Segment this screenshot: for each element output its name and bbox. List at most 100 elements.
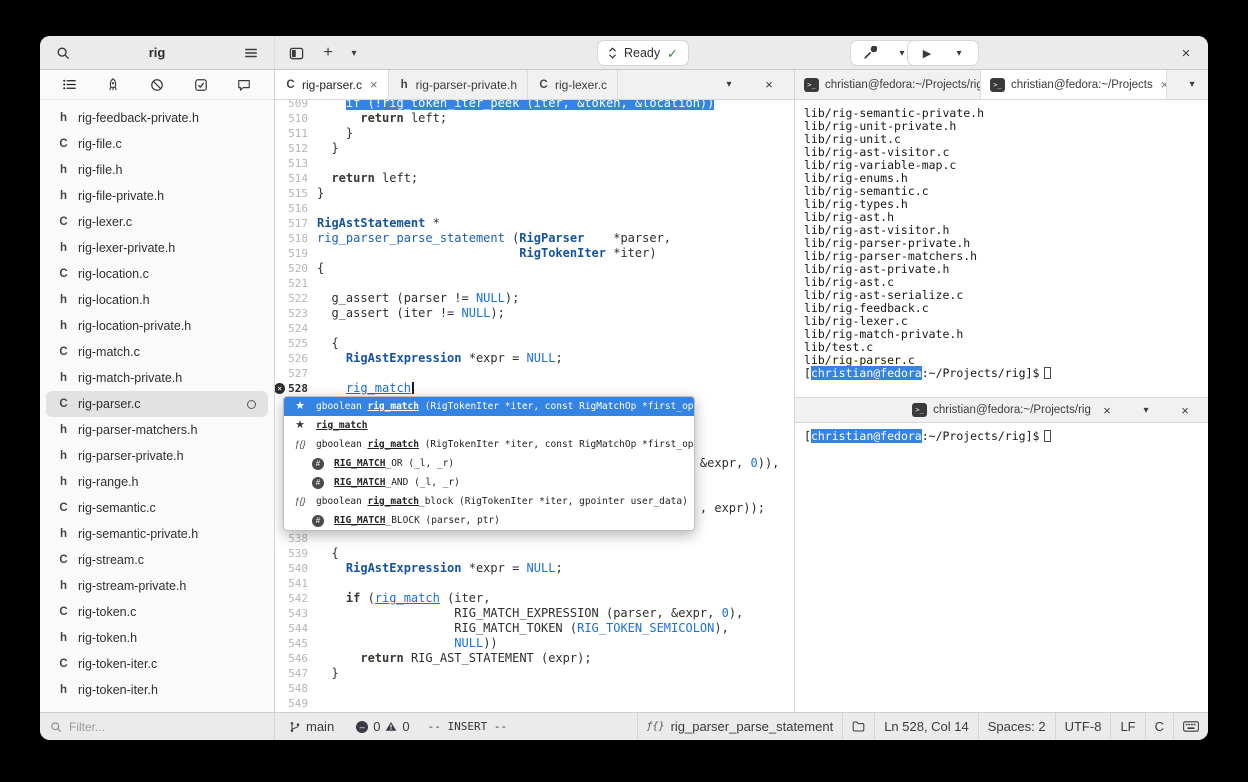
file-row[interactable]: h rig-location.h (46, 287, 268, 313)
line-number[interactable]: 512 (275, 141, 315, 156)
terminal-bottom-tab-close[interactable]: × (1094, 397, 1120, 423)
line-number[interactable]: 514 (275, 171, 315, 186)
line-number[interactable]: 522 (275, 291, 315, 306)
line-number[interactable]: 549 (275, 696, 315, 711)
terminal-output-bottom[interactable]: [christian@fedora:~/Projects/rig]$ (795, 423, 1208, 712)
file-row[interactable]: h rig-semantic-private.h (46, 521, 268, 547)
line-number[interactable]: 538 (275, 531, 315, 546)
indentation-button[interactable]: Spaces: 2 (977, 713, 1055, 739)
line-number[interactable]: 515 (275, 186, 315, 201)
terminal-tab-list-dropdown[interactable]: ▾ (1179, 72, 1205, 98)
branch-button[interactable]: main (285, 714, 338, 740)
file-list[interactable]: h rig-feedback-private.h Crig-file.c h rig-f… (40, 100, 274, 712)
menu-button[interactable] (238, 40, 264, 66)
editor-pane-close-button[interactable]: × (756, 72, 782, 98)
line-number[interactable]: 519 (275, 246, 315, 261)
terminal-bottom-close[interactable]: × (1172, 397, 1198, 423)
line-number[interactable]: 524 (275, 321, 315, 336)
build-button[interactable] (857, 40, 883, 66)
file-row[interactable]: h rig-file-private.h (46, 183, 268, 209)
current-symbol-button[interactable]: ƒ{} rig_parser_parse_statement (636, 713, 843, 739)
project-folder-button[interactable] (842, 713, 874, 739)
language-button[interactable]: C (1144, 713, 1173, 739)
file-row[interactable]: Crig-token-iter.c (46, 651, 268, 677)
file-row[interactable]: Crig-semantic.c (46, 495, 268, 521)
file-row[interactable]: h rig-parser-matchers.h (46, 417, 268, 443)
line-number[interactable]: 510 (275, 111, 315, 126)
keyboard-button[interactable] (1173, 713, 1208, 739)
line-number[interactable]: 547 (275, 666, 315, 681)
new-tab-dropdown[interactable]: ▾ (341, 40, 367, 66)
line-number[interactable]: 544 (275, 621, 315, 636)
file-row[interactable]: Crig-token.c (46, 599, 268, 625)
line-number[interactable]: 517 (275, 216, 315, 231)
line-number[interactable]: 513 (275, 156, 315, 171)
build-status-button[interactable]: Ready ✓ (597, 40, 689, 66)
line-number[interactable]: 509 (275, 100, 315, 111)
file-row[interactable]: h rig-token-iter.h (46, 677, 268, 703)
line-number[interactable]: 548 (275, 681, 315, 696)
completion-item[interactable]: ★ gboolean rig_match (RigTokenIter *iter,… (284, 397, 694, 416)
line-number[interactable]: 542 (275, 591, 315, 606)
breakpoint-icon[interactable]: × (275, 383, 286, 394)
filter-input[interactable] (69, 719, 264, 734)
file-row[interactable]: h rig-range.h (46, 469, 268, 495)
terminal-tab[interactable]: >_christian@fedora:~/Projects× (981, 70, 1167, 99)
line-number[interactable]: 520 (275, 261, 315, 276)
line-number[interactable]: 525 (275, 336, 315, 351)
window-close-button[interactable]: × (1173, 40, 1199, 66)
run-dropdown[interactable]: ▾ (946, 40, 972, 66)
completion-item[interactable]: ƒ{} gboolean rig_match_block (RigTokenIte… (284, 492, 694, 511)
file-row[interactable]: h rig-file.h (46, 157, 268, 183)
line-number[interactable]: 540 (275, 561, 315, 576)
diagnostics-tab[interactable] (144, 72, 170, 98)
file-row[interactable]: h rig-feedback-private.h (46, 105, 268, 131)
build-targets-tab[interactable] (100, 72, 126, 98)
terminal-output-top[interactable]: lib/rig-semantic-private.h lib/rig-unit-p… (795, 100, 1208, 397)
file-row[interactable]: Crig-location.c (46, 261, 268, 287)
code-editor[interactable]: 509 if (!rig_token_iter_peek (iter, &tok… (275, 100, 794, 712)
line-number[interactable]: 511 (275, 126, 315, 141)
completion-item[interactable]: # RIG_MATCH_AND (_l, _r) (284, 473, 694, 492)
file-row[interactable]: h rig-lexer-private.h (46, 235, 268, 261)
line-number[interactable]: 545 (275, 636, 315, 651)
run-button[interactable]: ▶ (914, 40, 940, 66)
tab-close-icon[interactable]: × (370, 77, 378, 92)
line-number[interactable]: 539 (275, 546, 315, 561)
terminal-bottom-dropdown[interactable]: ▾ (1133, 397, 1159, 423)
project-tree-tab[interactable] (57, 72, 83, 98)
editor-tab[interactable]: Crig-lexer.c (528, 70, 619, 99)
terminal-tab[interactable]: >_ christian@fedora:~/Projects/rig (795, 70, 981, 99)
encoding-button[interactable]: UTF-8 (1054, 713, 1111, 739)
line-number[interactable]: 521 (275, 276, 315, 291)
file-row[interactable]: Crig-match.c (46, 339, 268, 365)
diagnostics-button[interactable]: – 0 0 (352, 714, 413, 740)
toggle-panel-button[interactable] (283, 40, 309, 66)
editor-tab[interactable]: h rig-parser-private.h (389, 70, 528, 99)
file-row[interactable]: h rig-token.h (46, 625, 268, 651)
line-number[interactable]: 516 (275, 201, 315, 216)
line-number[interactable]: × 528 (275, 381, 315, 396)
line-number[interactable]: 527 (275, 366, 315, 381)
comments-tab[interactable] (231, 72, 257, 98)
terminal-bottom-tab[interactable]: >_ christian@fedora:~/Projects/rig × ▾ × (795, 397, 1208, 423)
file-row[interactable]: h rig-match-private.h (46, 365, 268, 391)
file-row[interactable]: h rig-stream-private.h (46, 573, 268, 599)
line-number[interactable]: 546 (275, 651, 315, 666)
todo-tab[interactable] (188, 72, 214, 98)
line-number[interactable]: 523 (275, 306, 315, 321)
line-number[interactable]: 526 (275, 351, 315, 366)
file-row[interactable]: Crig-parser.c (46, 391, 268, 417)
line-number[interactable]: 543 (275, 606, 315, 621)
completion-item[interactable]: # RIG_MATCH_OR (_l, _r) (284, 454, 694, 473)
line-number[interactable]: 518 (275, 231, 315, 246)
new-tab-button[interactable]: + (315, 40, 341, 66)
completion-item[interactable]: ★ rig_match (284, 416, 694, 435)
editor-tab-list-dropdown[interactable]: ▾ (716, 72, 742, 98)
line-number[interactable]: 541 (275, 576, 315, 591)
file-row[interactable]: h rig-location-private.h (46, 313, 268, 339)
editor-tab[interactable]: Crig-parser.c × (275, 70, 389, 99)
file-row[interactable]: h rig-parser-private.h (46, 443, 268, 469)
completion-item[interactable]: ƒ{} gboolean rig_match (RigTokenIter *ite… (284, 435, 694, 454)
search-button[interactable] (50, 40, 76, 66)
